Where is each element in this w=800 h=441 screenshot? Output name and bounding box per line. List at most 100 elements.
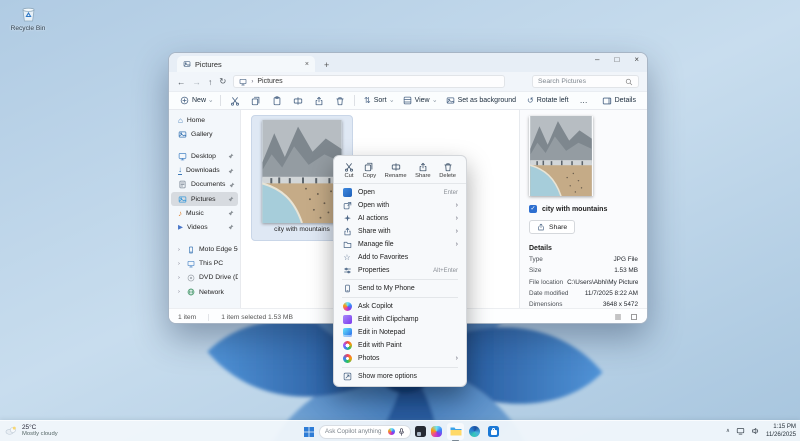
details-heading: Details (529, 245, 638, 252)
expand-chevron-icon[interactable]: › (178, 275, 183, 281)
task-view-button[interactable] (414, 425, 427, 438)
taskbar-store-button[interactable] (487, 425, 500, 438)
back-button[interactable]: ← (177, 77, 186, 87)
menu-item-edit-with-paint[interactable]: Edit with Paint (334, 339, 466, 352)
menu-item-open[interactable]: Open Enter (334, 186, 466, 199)
menu-item-edit-with-clipchamp[interactable]: Edit with Clipchamp (334, 313, 466, 326)
start-button[interactable] (302, 425, 315, 438)
view-button[interactable]: View › (399, 94, 439, 107)
copilot-icon[interactable] (388, 428, 395, 435)
more-options-button[interactable]: … (576, 94, 592, 107)
forward-button[interactable]: → (193, 77, 202, 87)
search-input[interactable] (538, 78, 622, 85)
volume-tray-icon[interactable] (751, 427, 760, 435)
menu-item-send-to-phone[interactable]: Send to My Phone (334, 282, 466, 295)
menu-item-show-more-options[interactable]: Show more options (334, 370, 466, 383)
sidebar-item-music[interactable]: ♪ Music (171, 206, 238, 220)
menu-item-ask-copilot[interactable]: Ask Copilot (334, 300, 466, 313)
sidebar-item-pictures[interactable]: Pictures (171, 192, 238, 206)
sidebar-item-gallery[interactable]: Gallery (171, 127, 238, 141)
property-label: Dimensions (529, 301, 562, 308)
new-tab-button[interactable]: + (324, 60, 329, 70)
cut-quick-button[interactable]: Cut (342, 161, 356, 180)
set-as-background-button[interactable]: Set as background (442, 94, 520, 107)
taskbar-edge-button[interactable] (468, 425, 481, 438)
maximize-button[interactable]: □ (614, 55, 619, 64)
close-button[interactable]: × (634, 55, 639, 64)
property-row-modified: Date modified 11/7/2025 8:22 AM (529, 290, 638, 297)
command-toolbar: New › ⇅ Sort › View › Set as (169, 91, 647, 110)
share-quick-button[interactable]: Share (413, 161, 432, 180)
delete-quick-button[interactable]: Delete (437, 161, 458, 180)
menu-item-photos[interactable]: Photos › (334, 352, 466, 365)
paste-button[interactable] (268, 94, 286, 108)
delete-button[interactable] (331, 94, 349, 108)
recycle-bin-shortcut[interactable]: Recycle Bin (8, 5, 48, 32)
thumbnail-view-icon[interactable] (630, 313, 638, 321)
menu-item-share-with[interactable]: Share with › (334, 225, 466, 238)
sidebar-item-phone[interactable]: › Moto Edge 50 N (171, 243, 238, 257)
taskbar-file-explorer-button[interactable] (449, 425, 462, 438)
menu-item-ai-actions[interactable]: AI actions › (334, 212, 466, 225)
expand-chevron-icon[interactable]: › (178, 247, 183, 253)
menu-item-edit-in-notepad[interactable]: Edit in Notepad (334, 326, 466, 339)
new-button[interactable]: New › (176, 94, 215, 107)
refresh-button[interactable]: ↻ (219, 76, 226, 87)
rename-quick-button[interactable]: Rename (383, 161, 409, 180)
taskbar-copilot-button[interactable] (430, 425, 443, 438)
property-label: File location (529, 279, 563, 286)
menu-item-open-with[interactable]: Open with › (334, 199, 466, 212)
microphone-icon[interactable] (398, 428, 405, 436)
sidebar-item-home[interactable]: ⌂ Home (171, 113, 238, 127)
sidebar-item-documents[interactable]: Documents (171, 178, 238, 192)
pane-share-button[interactable]: Share (529, 220, 575, 234)
copy-button[interactable] (247, 94, 265, 108)
taskbar-clock[interactable]: 1:15 PM 11/26/2025 (766, 423, 796, 439)
sidebar-item-network[interactable]: › Network (171, 285, 238, 299)
photos-icon (342, 354, 352, 363)
breadcrumb[interactable]: › Pictures (233, 75, 505, 88)
sidebar-label: Desktop (191, 153, 216, 160)
taskbar: 25°C Mostly cloudy (0, 420, 800, 441)
rotate-left-button[interactable]: ↺ Rotate left (523, 94, 573, 107)
tab-close-icon[interactable]: × (305, 61, 309, 68)
sidebar-item-this-pc[interactable]: › This PC (171, 257, 238, 271)
sidebar-item-downloads[interactable]: ↓ Downloads (171, 164, 238, 178)
copy-quick-button[interactable]: Copy (361, 161, 379, 180)
rename-label: Rename (385, 173, 407, 179)
copilot-icon (342, 302, 352, 311)
rename-button[interactable] (289, 94, 307, 108)
taskbar-search-input[interactable] (325, 428, 385, 435)
shortcut-hint: Enter (444, 190, 458, 196)
cut-button[interactable] (226, 94, 244, 108)
share-button[interactable] (310, 94, 328, 108)
sidebar-item-desktop[interactable]: Desktop (171, 149, 238, 163)
delete-label: Delete (439, 173, 456, 179)
hidden-icons-chevron[interactable]: ∧ (726, 428, 730, 434)
menu-separator (342, 367, 458, 368)
submenu-chevron-icon: › (456, 215, 458, 222)
menu-item-add-to-favorites[interactable]: ☆ Add to Favorites (334, 251, 466, 264)
network-tray-icon[interactable] (736, 427, 745, 435)
sidebar-label: Home (187, 117, 205, 124)
details-pane-label: Details (615, 97, 636, 104)
expand-chevron-icon[interactable]: › (178, 261, 183, 267)
cut-icon (230, 96, 240, 106)
minimize-button[interactable]: – (595, 55, 599, 64)
up-button[interactable]: ↑ (208, 77, 212, 87)
details-pane-button[interactable]: Details (598, 94, 640, 108)
list-view-icon[interactable] (614, 313, 622, 321)
search-icon (625, 78, 633, 86)
pin-icon (228, 224, 234, 230)
weather-widget[interactable]: 25°C Mostly cloudy (5, 424, 58, 437)
sidebar-item-videos[interactable]: ▶ Videos (171, 220, 238, 234)
expand-chevron-icon[interactable]: › (178, 289, 183, 295)
tab-pictures[interactable]: Pictures × (177, 56, 315, 72)
sidebar-item-dvd-drive[interactable]: › DVD Drive (D:) C (171, 271, 238, 285)
selected-checkbox[interactable]: ✓ (529, 205, 537, 213)
sort-button[interactable]: ⇅ Sort › (360, 94, 396, 107)
menu-item-manage-file[interactable]: Manage file › (334, 238, 466, 251)
pictures-tab-icon (183, 60, 191, 68)
menu-item-properties[interactable]: Properties Alt+Enter (334, 264, 466, 277)
favorites-star-icon: ☆ (342, 253, 352, 262)
